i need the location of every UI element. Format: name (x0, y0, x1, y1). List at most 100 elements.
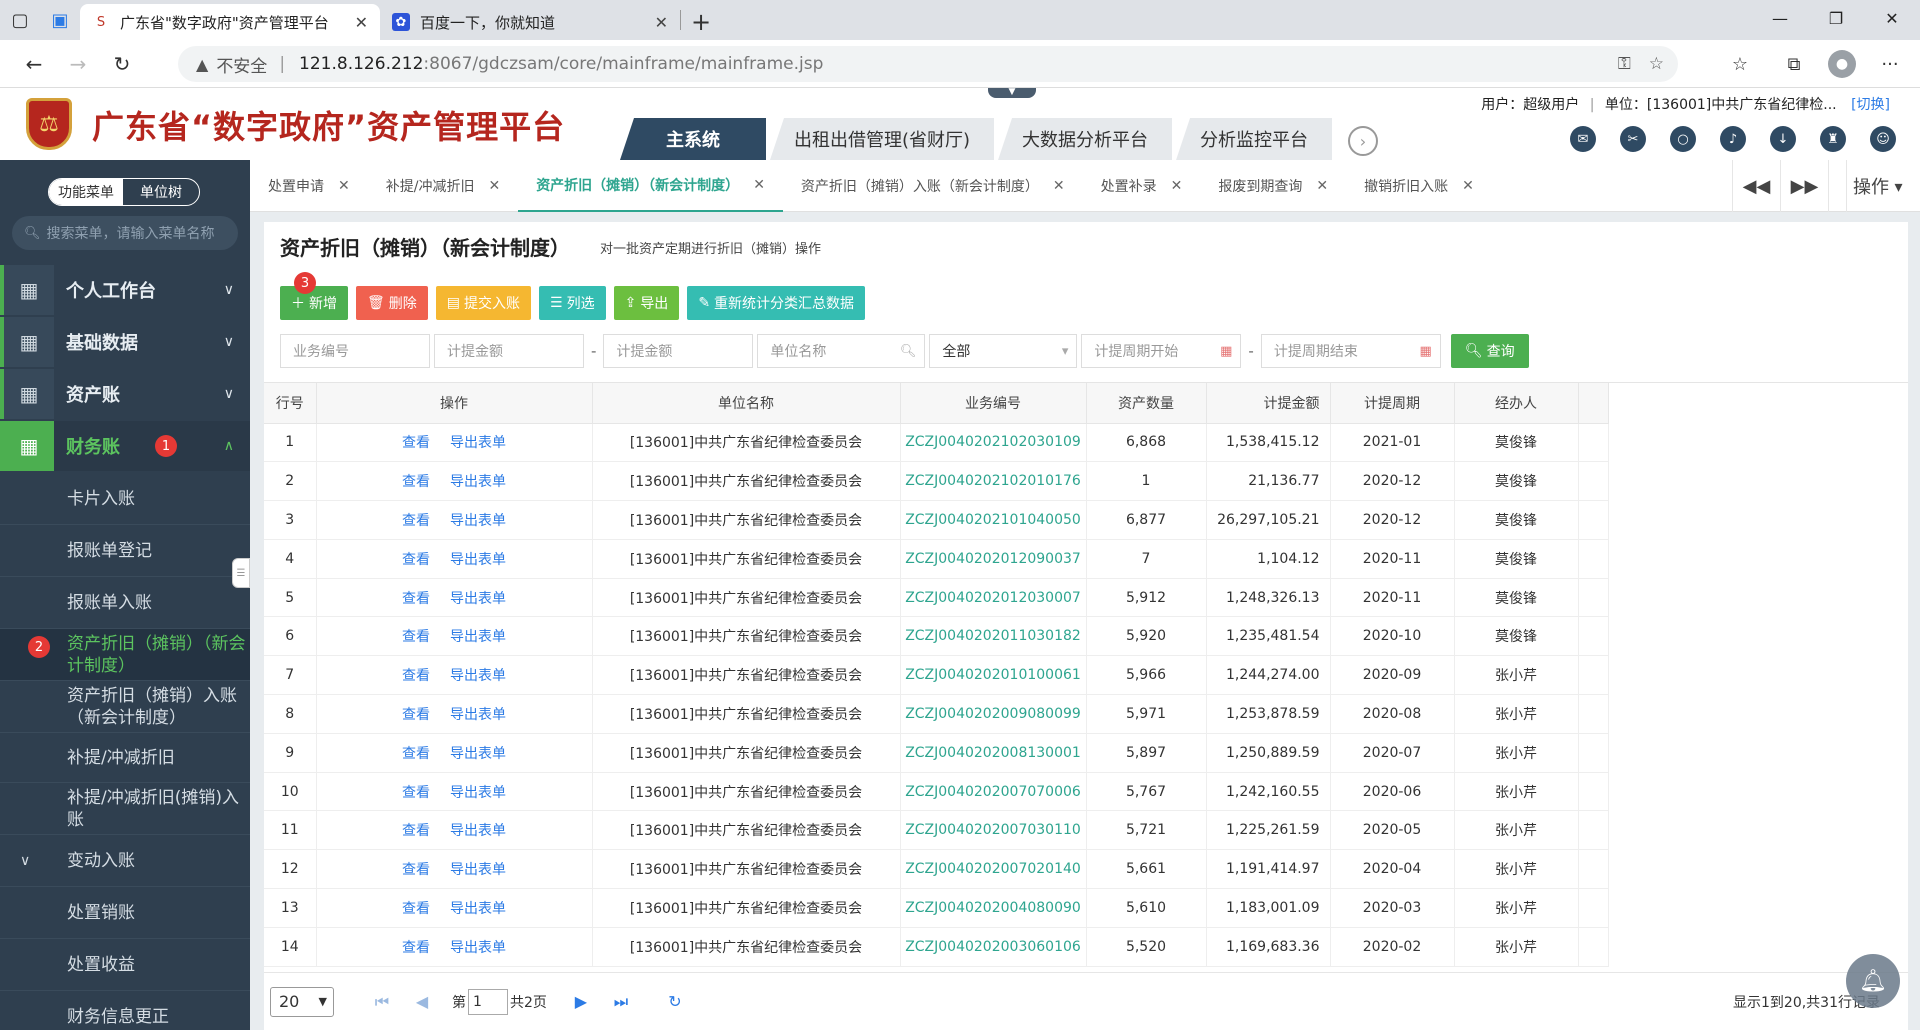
biz-no-cell[interactable]: ZCZJ0040202011030182 (900, 616, 1087, 657)
sidebar-item-disposal-income[interactable]: 处置收益 (0, 939, 250, 991)
view-link[interactable]: 查看 (402, 862, 430, 878)
view-link[interactable]: 查看 (402, 901, 430, 917)
view-link[interactable]: 查看 (402, 668, 430, 684)
column-header[interactable]: 计提周期 (1330, 383, 1455, 424)
export-form-link[interactable]: 导出表单 (450, 862, 506, 878)
column-header[interactable]: 计提金额 (1206, 383, 1331, 424)
column-header[interactable]: 业务编号 (900, 383, 1087, 424)
url-input[interactable]: ▲ 不安全 | 121.8.126.212 :8067/gdczsam/core… (178, 46, 1678, 82)
close-window-icon[interactable]: ✕ (1864, 0, 1920, 36)
mail-icon[interactable]: ✉ (1570, 126, 1596, 152)
tab-supplement-depreciation[interactable]: 补提/冲减折旧 ✕ (368, 160, 518, 212)
table-row[interactable]: 6 查看 导出表单 [136001]中共广东省纪律检查委员会 ZCZJ004020201… (264, 616, 1609, 657)
view-link[interactable]: 查看 (402, 746, 430, 762)
reload-icon[interactable]: ↻ (100, 44, 144, 84)
biz-no-cell[interactable]: ZCZJ0040202007020140 (900, 849, 1087, 890)
amount-from-input[interactable]: 计提金额 (434, 334, 584, 368)
export-form-link[interactable]: 导出表单 (450, 901, 506, 917)
sidebar-item-finance-correction[interactable]: 财务信息更正 (0, 991, 250, 1030)
view-link[interactable]: 查看 (402, 940, 430, 956)
mode-function-menu[interactable]: 功能菜单 (49, 179, 123, 205)
table-row[interactable]: 3 查看 导出表单 [136001]中共广东省纪律检查委员会 ZCZJ004020210… (264, 500, 1609, 540)
export-form-link[interactable]: 导出表单 (450, 591, 506, 607)
biz-no-cell[interactable]: ZCZJ0040202101040050 (900, 500, 1087, 540)
view-link[interactable]: 查看 (402, 513, 430, 529)
page-size-select[interactable]: 20 ▼ (270, 986, 334, 1017)
menu-search-input[interactable]: 🔍︎ 搜索菜单，请输入菜单名称 (12, 216, 238, 250)
export-form-link[interactable]: 导出表单 (450, 746, 506, 762)
tab-depreciation[interactable]: 资产折旧（摊销）（新会计制度） ✕ (518, 160, 783, 212)
tab-revoke-depreciation[interactable]: 撤销折旧入账 ✕ (1346, 160, 1492, 212)
new-tab-button[interactable]: + (681, 4, 721, 40)
table-row[interactable]: 10 查看 导出表单 [136001]中共广东省纪律检查委员会 ZCZJ00402020… (264, 772, 1609, 812)
column-header[interactable]: 单位名称 (592, 383, 901, 424)
next-page-icon[interactable]: ▶ (561, 992, 601, 1011)
table-row[interactable]: 9 查看 导出表单 [136001]中共广东省纪律检查委员会 ZCZJ004020200… (264, 733, 1609, 773)
view-link[interactable]: 查看 (402, 785, 430, 801)
sidebar-item-depreciation-entry[interactable]: 资产折旧（摊销）入账（新会计制度） (0, 681, 250, 733)
minimize-icon[interactable]: — (1752, 0, 1808, 36)
close-icon[interactable]: ✕ (1171, 178, 1183, 194)
biz-no-cell[interactable]: ZCZJ0040202009080099 (900, 694, 1087, 734)
sidebar-toggle-handle[interactable]: ☰ (232, 558, 250, 588)
close-icon[interactable]: ✕ (1053, 178, 1065, 194)
column-header[interactable]: 经办人 (1454, 383, 1579, 424)
calendar-icon[interactable]: ▦ (1420, 344, 1432, 359)
menu-basic-data[interactable]: ▦ 基础数据 ∨ (0, 317, 250, 367)
table-row[interactable]: 4 查看 导出表单 [136001]中共广东省纪律检查委员会 ZCZJ004020201… (264, 539, 1609, 579)
export-form-link[interactable]: 导出表单 (450, 823, 506, 839)
export-form-link[interactable]: 导出表单 (450, 785, 506, 801)
prev-page-icon[interactable]: ◀ (402, 992, 442, 1011)
amount-to-input[interactable]: 计提金额 (603, 334, 754, 368)
export-form-link[interactable]: 导出表单 (450, 435, 506, 451)
export-form-link[interactable]: 导出表单 (450, 707, 506, 723)
sidebar-item-reimburse-register[interactable]: 报账单登记 (0, 525, 250, 577)
download-icon[interactable]: ↓ (1770, 126, 1796, 152)
biz-no-cell[interactable]: ZCZJ0040202010100061 (900, 655, 1087, 696)
close-icon[interactable]: ✕ (488, 178, 500, 194)
sidebar-item-disposal-writeoff[interactable]: 处置销账 (0, 887, 250, 939)
first-page-icon[interactable]: ⏮ (362, 992, 402, 1012)
view-link[interactable]: 查看 (402, 552, 430, 568)
tabs-scroll-right-icon[interactable]: ▶▶ (1780, 160, 1828, 212)
export-form-link[interactable]: 导出表单 (450, 474, 506, 490)
bell-icon[interactable]: ♪ (1720, 126, 1746, 152)
export-form-link[interactable]: 导出表单 (450, 629, 506, 645)
recalculate-summary-button[interactable]: ✎ 重新统计分类汇总数据 (687, 286, 866, 320)
refresh-icon[interactable]: ↻ (655, 992, 695, 1011)
period-end-input[interactable]: 计提周期结束 ▦ (1260, 334, 1441, 368)
biz-no-cell[interactable]: ZCZJ0040202102030109 (900, 423, 1087, 463)
floating-notification-icon[interactable]: 🔔︎ (1846, 954, 1900, 1008)
view-link[interactable]: 查看 (402, 707, 430, 723)
column-header[interactable]: 行号 (264, 383, 317, 424)
table-row[interactable]: 7 查看 导出表单 [136001]中共广东省纪律检查委员会 ZCZJ004020201… (264, 655, 1609, 696)
menu-personal-workbench[interactable]: ▦ 个人工作台 ∨ (0, 265, 250, 315)
key-icon[interactable]: ⚿ (1618, 54, 1631, 74)
export-button[interactable]: ⇪ 导出 (613, 286, 680, 320)
table-row[interactable]: 2 查看 导出表单 [136001]中共广东省纪律检查委员会 ZCZJ004020210… (264, 461, 1609, 502)
export-form-link[interactable]: 导出表单 (450, 940, 506, 956)
forward-icon[interactable]: → (56, 44, 100, 84)
maximize-icon[interactable]: ❐ (1808, 0, 1864, 36)
favorites-icon[interactable]: ☆ (1720, 44, 1760, 84)
column-select-button[interactable]: ☰ 列选 (539, 286, 606, 320)
mode-unit-tree[interactable]: 单位树 (123, 179, 199, 205)
menu-asset-account[interactable]: ▦ 资产账 ∨ (0, 369, 250, 419)
close-icon[interactable]: ✕ (1462, 178, 1474, 194)
collections-icon[interactable]: ⧉ (1774, 44, 1814, 84)
browser-tab-active[interactable]: S 广东省"数字政府"资产管理平台 ✕ (80, 4, 380, 40)
unit-name-input[interactable]: 单位名称 🔍︎ (757, 334, 926, 368)
biz-no-cell[interactable]: ZCZJ0040202012030007 (900, 578, 1087, 618)
switch-unit-link[interactable]: [切换] (1851, 97, 1890, 113)
tab-actions-icon[interactable]: ▢ (0, 0, 40, 40)
view-link[interactable]: 查看 (402, 435, 430, 451)
calendar-icon[interactable]: ▦ (1220, 344, 1232, 359)
tabs-scroll-left-icon[interactable]: ◀◀ (1732, 160, 1780, 212)
sidebar-item-supplement-depreciation[interactable]: 补提/冲减折旧 (0, 733, 250, 783)
last-page-icon[interactable]: ⏭ (601, 992, 641, 1012)
column-header[interactable]: 操作 (316, 383, 593, 424)
view-link[interactable]: 查看 (402, 474, 430, 490)
close-icon[interactable]: ✕ (753, 177, 765, 193)
tab-disposal-apply[interactable]: 处置申请 ✕ (250, 160, 368, 212)
close-icon[interactable]: ✕ (1316, 178, 1328, 194)
